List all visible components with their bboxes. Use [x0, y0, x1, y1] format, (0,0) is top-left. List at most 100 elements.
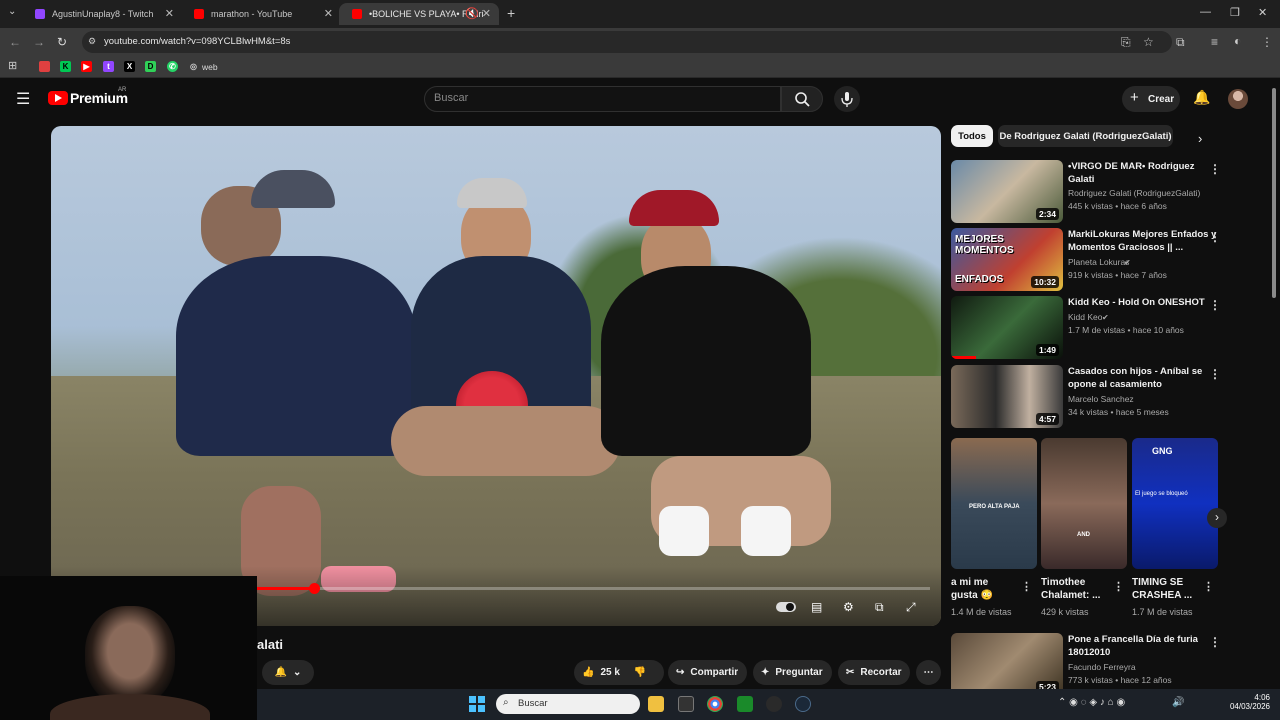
youtube-icon[interactable]: ▶ [81, 61, 92, 72]
kebab-menu-icon[interactable]: ⋮ [1209, 635, 1221, 649]
youtube-logo-icon[interactable] [48, 91, 68, 105]
media-icon[interactable]: ≡ [1211, 35, 1218, 49]
list-item[interactable]: 5:23 Pone a Francella Día de furia 18012… [951, 633, 1241, 697]
ask-button[interactable]: ✦ Preguntar [753, 660, 832, 685]
like-icon[interactable]: 👍 [582, 667, 594, 678]
list-item[interactable]: 1:49 Kidd Keo - Hold On ONESHOT Kidd Keo… [951, 296, 1241, 360]
close-window-icon[interactable]: ✕ [1258, 6, 1267, 19]
taskbar-clock[interactable]: 4:06 04/03/2026 [1222, 693, 1270, 711]
channel-name[interactable]: Kidd Keo [1068, 312, 1103, 322]
video-thumbnail[interactable]: 5:23 [951, 633, 1063, 696]
page-scrollbar[interactable] [1272, 88, 1276, 298]
dislike-icon[interactable]: 👎 [634, 667, 646, 678]
whatsapp-icon[interactable]: ✆ [167, 61, 178, 72]
create-button[interactable]: + Crear [1122, 86, 1180, 112]
app-icon[interactable] [678, 696, 694, 712]
x-icon[interactable]: X [124, 61, 135, 72]
channel-name[interactable]: Rodriguez Galati (RodriguezGalati) [1068, 188, 1200, 198]
search-input[interactable] [424, 86, 781, 112]
video-thumbnail[interactable]: 2:34 [951, 160, 1063, 223]
kick-icon[interactable]: K [60, 61, 71, 72]
share-button[interactable]: ↪ Compartir [668, 660, 747, 685]
voice-search-button[interactable] [834, 86, 860, 112]
short-title[interactable]: Timothee Chalamet: ... [1041, 576, 1111, 602]
xbox-icon[interactable] [737, 696, 753, 712]
avatar[interactable] [1228, 89, 1248, 109]
extensions-icon[interactable]: ⧉ [1176, 35, 1185, 50]
short-thumbnail[interactable]: AND [1041, 438, 1127, 569]
clip-button[interactable]: ✂ Recortar [838, 660, 910, 685]
video-title[interactable]: •VIRGO DE MAR• Rodriguez Galati [1068, 160, 1218, 186]
twitch-icon[interactable]: t [103, 61, 114, 72]
subscribe-bell-button[interactable]: 🔔 ⌄ [262, 660, 314, 685]
tab-search-icon[interactable]: ⌄ [8, 6, 16, 17]
hamburger-icon[interactable]: ☰ [16, 89, 30, 109]
tray-icons[interactable]: ⌃ ◉ ◌ ◈ ♪ ⌂ ◉ [1058, 697, 1125, 708]
notifications-icon[interactable]: 🔔 [1193, 89, 1210, 106]
minimize-icon[interactable]: — [1200, 6, 1211, 18]
short-title[interactable]: TIMING SE CRASHEA ... [1132, 576, 1202, 602]
kebab-menu-icon[interactable]: ⋮ [1209, 230, 1221, 244]
video-title[interactable]: MarkiLokuras Mejores Enfados y Momentos … [1068, 228, 1218, 254]
reload-icon[interactable]: ↻ [57, 35, 67, 49]
apps-icon[interactable]: ⊞ [8, 59, 17, 72]
short-title[interactable]: a mi me gusta 😳 [951, 576, 1017, 602]
maximize-icon[interactable]: ❐ [1230, 6, 1240, 19]
video-title[interactable]: Pone a Francella Día de furia 18012010 [1068, 633, 1218, 659]
close-icon[interactable]: ✕ [482, 7, 491, 20]
menu-icon[interactable]: ⋮ [1261, 35, 1273, 49]
kebab-menu-icon[interactable]: ⋮ [1021, 580, 1032, 593]
tab-marathon[interactable]: marathon - YouTube ✕ [181, 3, 341, 25]
list-item[interactable]: MEJORES MOMENTOS ENFADOS 10:32 MarkiLoku… [951, 228, 1241, 292]
back-icon[interactable]: ← [9, 35, 21, 49]
settings-icon[interactable]: ⚙ [843, 600, 854, 614]
site-info-icon[interactable]: ⚙ [88, 36, 96, 47]
new-tab-icon[interactable]: + [507, 5, 515, 21]
miniplayer-icon[interactable]: ⧉ [875, 600, 884, 615]
channel-name[interactable]: Marcelo Sanchez [1068, 394, 1134, 404]
volume-icon[interactable]: 🔊 [1172, 697, 1184, 708]
install-icon[interactable]: ⎘ [1121, 35, 1131, 50]
close-icon[interactable]: ✕ [324, 7, 333, 20]
kebab-menu-icon[interactable]: ⋮ [1203, 580, 1214, 593]
more-actions-button[interactable]: ⋯ [916, 660, 941, 685]
video-title[interactable]: Kidd Keo - Hold On ONESHOT [1068, 296, 1218, 309]
list-item[interactable]: 4:57 Casados con hijos - Aníbal se opone… [951, 365, 1241, 429]
kebab-menu-icon[interactable]: ⋮ [1113, 580, 1124, 593]
video-thumbnail[interactable]: MEJORES MOMENTOS ENFADOS 10:32 [951, 228, 1063, 291]
short-thumbnail[interactable]: GNG El juego se bloqueó [1132, 438, 1218, 569]
mute-icon[interactable]: 🔇 [465, 7, 479, 20]
like-count[interactable]: 25 k [600, 667, 619, 678]
tab-twitch[interactable]: AgustinUnaplay8 - Twitch ✕ [22, 3, 182, 25]
kebab-menu-icon[interactable]: ⋮ [1209, 162, 1221, 176]
list-item[interactable]: 2:34 •VIRGO DE MAR• Rodriguez Galati Rod… [951, 160, 1241, 224]
shorts-next-button[interactable]: › [1207, 508, 1227, 528]
close-icon[interactable]: ✕ [165, 7, 174, 20]
steam-icon[interactable] [795, 696, 811, 712]
kebab-menu-icon[interactable]: ⋮ [1209, 298, 1221, 312]
bookmark-star-icon[interactable]: ☆ [1143, 35, 1154, 49]
chip-channel[interactable]: De Rodriguez Galati (RodriguezGalati) [998, 125, 1173, 147]
chrome-icon[interactable] [707, 696, 723, 712]
fullscreen-icon[interactable]: ⤢ [906, 600, 916, 615]
video-thumbnail[interactable]: 1:49 [951, 296, 1063, 359]
chip-todos[interactable]: Todos [951, 125, 993, 147]
forward-icon[interactable]: → [33, 35, 45, 49]
channel-name[interactable]: Planeta Lokuras [1068, 257, 1129, 267]
progress-scrubber[interactable] [309, 583, 320, 594]
video-thumbnail[interactable]: 4:57 [951, 365, 1063, 428]
app-icon[interactable] [766, 696, 782, 712]
tab-boliche[interactable]: •BOLICHE VS PLAYA• Rodri 🔇 ✕ [339, 3, 499, 25]
file-explorer-icon[interactable] [648, 696, 664, 712]
windows-start-icon[interactable] [469, 696, 485, 712]
kebab-menu-icon[interactable]: ⋮ [1209, 367, 1221, 381]
subtitles-icon[interactable]: ▤ [811, 600, 822, 614]
video-title[interactable]: Casados con hijos - Aníbal se opone al c… [1068, 365, 1218, 391]
video-player[interactable] [51, 126, 941, 626]
search-button[interactable] [781, 86, 823, 112]
d-icon[interactable]: D [145, 61, 156, 72]
chevron-right-icon[interactable]: › [1198, 131, 1202, 146]
channel-name[interactable]: Facundo Ferreyra [1068, 662, 1136, 672]
bookmark-web[interactable]: web [202, 62, 218, 72]
profile-icon[interactable]: ◐ [1234, 34, 1241, 48]
